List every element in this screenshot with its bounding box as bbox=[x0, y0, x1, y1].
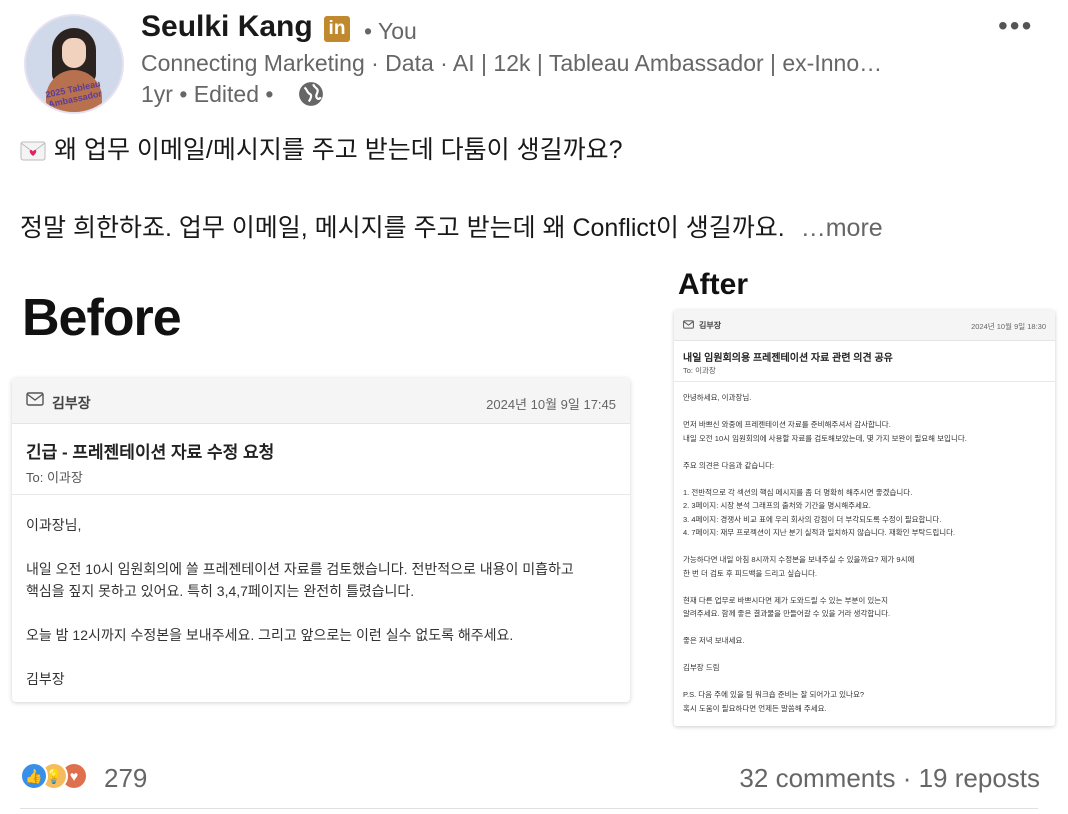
after-body-line: P.S. 다음 주에 있을 팀 워크숍 준비는 잘 되어가고 있나요? bbox=[683, 690, 865, 699]
after-body-line: 2. 3페이지: 시장 분석 그래프의 출처와 기간을 명시해주세요. bbox=[683, 501, 871, 510]
before-body-line: 핵심을 짚지 못하고 있어요. 특히 3,4,7페이지는 완전히 틀렸습니다. bbox=[26, 583, 415, 599]
avatar-face bbox=[62, 38, 86, 68]
after-date: 2024년 10월 9일 18:30 bbox=[971, 322, 1046, 331]
globe-icon bbox=[299, 82, 323, 106]
after-subject: 내일 임원회의용 프레젠테이션 자료 관련 의견 공유 bbox=[683, 353, 893, 364]
before-body-line: 김부장 bbox=[26, 671, 65, 687]
after-body-line: 내일 오전 10시 임원회의에 사용할 자료를 검토해보았는데, 몇 가지 보완… bbox=[683, 433, 967, 443]
after-body-line: 1. 전반적으로 각 섹션의 핵심 메시지를 좀 더 명확히 해주시면 좋겠습니… bbox=[683, 487, 913, 497]
footer-divider bbox=[20, 808, 1038, 809]
after-email-card[interactable]: 김부장 2024년 10월 9일 18:30 내일 임원회의용 프레젠테이션 자… bbox=[674, 310, 1055, 726]
before-recipient: To: 이과장 bbox=[26, 470, 83, 485]
mail-icon bbox=[683, 320, 694, 329]
after-body-line bbox=[683, 675, 967, 689]
before-sender: 김부장 bbox=[52, 395, 91, 411]
after-body-line: 안녕하세요, 이과장님. bbox=[683, 393, 752, 402]
after-body-line bbox=[683, 621, 967, 635]
before-body-line bbox=[26, 602, 574, 624]
after-body-line: 주요 의견은 다음과 같습니다: bbox=[683, 460, 775, 470]
after-body-line: 김부장 드림 bbox=[683, 663, 720, 672]
after-body-line bbox=[683, 540, 967, 554]
more-options-icon[interactable]: ••• bbox=[998, 10, 1033, 42]
before-date: 2024년 10월 9일 17:45 bbox=[486, 397, 616, 412]
after-divider bbox=[674, 381, 1055, 382]
before-divider bbox=[12, 494, 630, 495]
after-body-line: 알려주세요. 함께 좋은 결과물을 만들어갈 수 있을 거라 생각합니다. bbox=[683, 609, 891, 618]
author-relation: • You bbox=[364, 18, 417, 44]
after-body-line: 한 번 더 검토 후 피드백을 드리고 싶습니다. bbox=[683, 568, 817, 578]
after-body-line: 가능하다면 내일 아침 8시까지 수정본을 보내주실 수 있을까요? 제가 9시… bbox=[683, 555, 915, 564]
after-body-line bbox=[683, 580, 967, 594]
after-body: 안녕하세요, 이과장님. 먼저 바쁘신 와중에 프레젠테이션 자료를 준비해주셔… bbox=[683, 391, 967, 715]
after-body-line bbox=[683, 648, 967, 662]
after-body-line: 좋은 저녁 보내세요. bbox=[683, 636, 745, 645]
before-subject: 긴급 - 프레젠테이션 자료 수정 요청 bbox=[26, 443, 275, 462]
after-body-line: 혹시 도움이 필요하다면 언제든 말씀해 주세요. bbox=[683, 703, 827, 713]
before-body-line: 이과장님, bbox=[26, 517, 82, 533]
after-recipient: To: 이과장 bbox=[683, 366, 716, 375]
post-line-1-text: 왜 업무 이메일/메시지를 주고 받는데 다툼이 생길까요? bbox=[54, 136, 623, 164]
post-line-1: 왜 업무 이메일/메시지를 주고 받는데 다툼이 생길까요? bbox=[20, 130, 623, 166]
before-email-card[interactable]: 김부장 2024년 10월 9일 17:45 긴급 - 프레젠테이션 자료 수정… bbox=[12, 378, 630, 702]
linkedin-premium-badge-icon: in bbox=[324, 16, 350, 42]
before-body-line: 오늘 밤 12시까지 수정본을 보내주세요. 그리고 앞으로는 이런 실수 없도… bbox=[26, 627, 514, 643]
after-body-line bbox=[683, 472, 967, 486]
after-body-line: 먼저 바쁘신 와중에 프레젠테이션 자료를 준비해주셔서 감사합니다. bbox=[683, 420, 891, 429]
author-headline: Connecting Marketing · Data · AI | 12k |… bbox=[141, 50, 883, 76]
before-body: 이과장님, 내일 오전 10시 임원회의에 쓸 프레젠테이션 자료를 검토했습니… bbox=[26, 514, 574, 690]
after-body-line bbox=[683, 405, 967, 419]
like-icon: 👍 bbox=[20, 762, 48, 790]
comments-reposts-count[interactable]: 32 comments · 19 reposts bbox=[739, 763, 1040, 794]
author-avatar[interactable]: 2025 Tableau Ambassador bbox=[24, 14, 124, 114]
love-letter-emoji-icon bbox=[20, 141, 46, 161]
before-body-line bbox=[26, 536, 574, 558]
post-line-2-text: 정말 희한하죠. 업무 이메일, 메시지를 주고 받는데 왜 Conflict이… bbox=[20, 214, 785, 242]
post-line-2: 정말 희한하죠. 업무 이메일, 메시지를 주고 받는데 왜 Conflict이… bbox=[20, 208, 883, 244]
after-body-line: 현재 다른 업무로 바쁘시다면 제가 도와드릴 수 있는 부분이 있는지 bbox=[683, 595, 889, 605]
after-sender: 김부장 bbox=[699, 321, 722, 330]
before-body-line bbox=[26, 646, 574, 668]
before-heading: Before bbox=[22, 289, 182, 347]
after-body-line bbox=[683, 445, 967, 459]
after-heading: After bbox=[678, 268, 749, 301]
post-timestamp: 1yr • Edited • bbox=[141, 81, 274, 107]
before-body-line: 내일 오전 10시 임원회의에 쓸 프레젠테이션 자료를 검토했습니다. 전반적… bbox=[26, 561, 574, 577]
after-body-line: 4. 7페이지: 재무 프로젝션이 지난 분기 실적과 일치하지 않습니다. 재… bbox=[683, 528, 956, 537]
reaction-count[interactable]: 279 bbox=[104, 763, 147, 794]
author-name[interactable]: Seulki Kang bbox=[141, 10, 313, 44]
see-more-link[interactable]: …more bbox=[801, 214, 883, 242]
after-body-line: 3. 4페이지: 경쟁사 비교 표에 우리 회사의 강점이 더 부각되도록 수정… bbox=[683, 514, 942, 524]
mail-icon bbox=[26, 392, 44, 406]
